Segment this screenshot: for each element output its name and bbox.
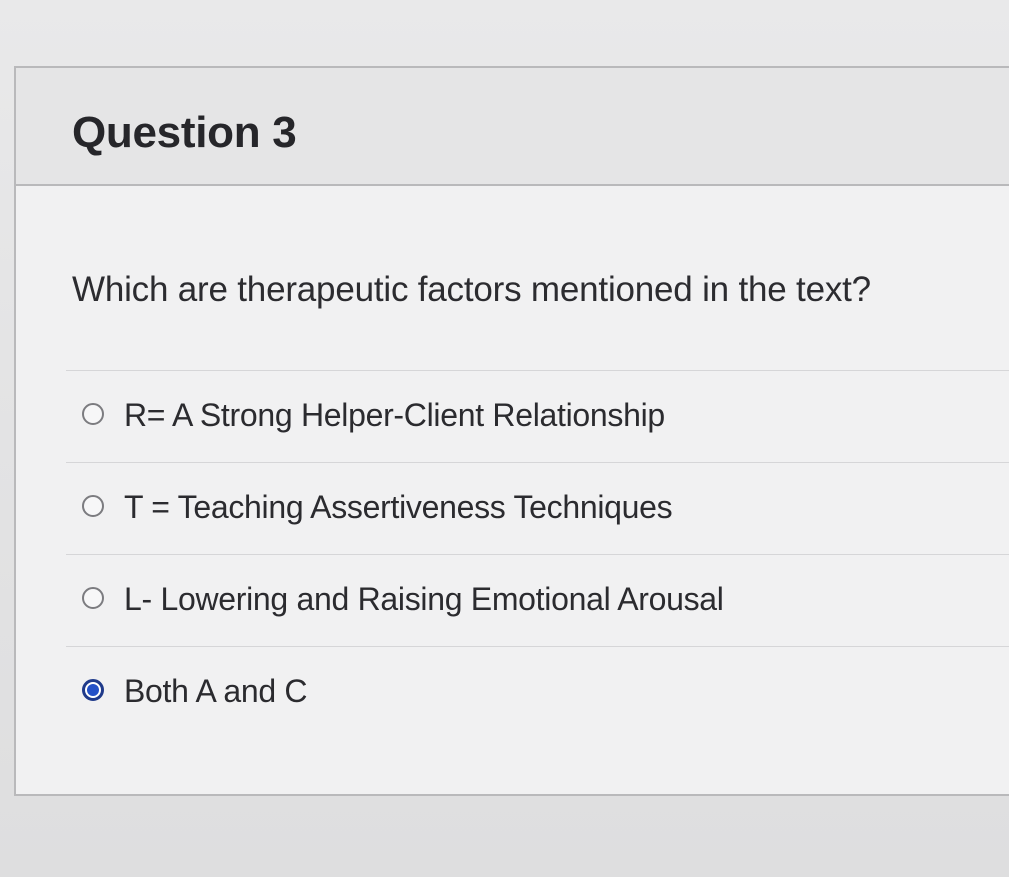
answer-option-2[interactable]: T = Teaching Assertiveness Techniques (66, 462, 1009, 554)
question-title: Question 3 (72, 108, 297, 157)
radio-button-1[interactable] (82, 403, 104, 425)
radio-button-3[interactable] (82, 587, 104, 609)
question-card: Question 3 Which are therapeutic factors… (14, 66, 1009, 796)
answer-label-1[interactable]: R= A Strong Helper-Client Relationship (124, 397, 665, 434)
question-body: Which are therapeutic factors mentioned … (16, 186, 1009, 794)
radio-button-2[interactable] (82, 495, 104, 517)
answer-option-4[interactable]: Both A and C (66, 646, 1009, 738)
answer-option-3[interactable]: L- Lowering and Raising Emotional Arousa… (66, 554, 1009, 646)
answer-option-1[interactable]: R= A Strong Helper-Client Relationship (66, 370, 1009, 462)
answer-label-3[interactable]: L- Lowering and Raising Emotional Arousa… (124, 581, 724, 618)
answer-label-2[interactable]: T = Teaching Assertiveness Techniques (124, 489, 673, 526)
question-prompt: Which are therapeutic factors mentioned … (72, 270, 871, 309)
radio-button-4-selected[interactable] (82, 679, 104, 701)
answer-list: R= A Strong Helper-Client Relationship T… (66, 370, 1009, 738)
question-header: Question 3 (16, 68, 1009, 186)
answer-label-4[interactable]: Both A and C (124, 673, 308, 710)
